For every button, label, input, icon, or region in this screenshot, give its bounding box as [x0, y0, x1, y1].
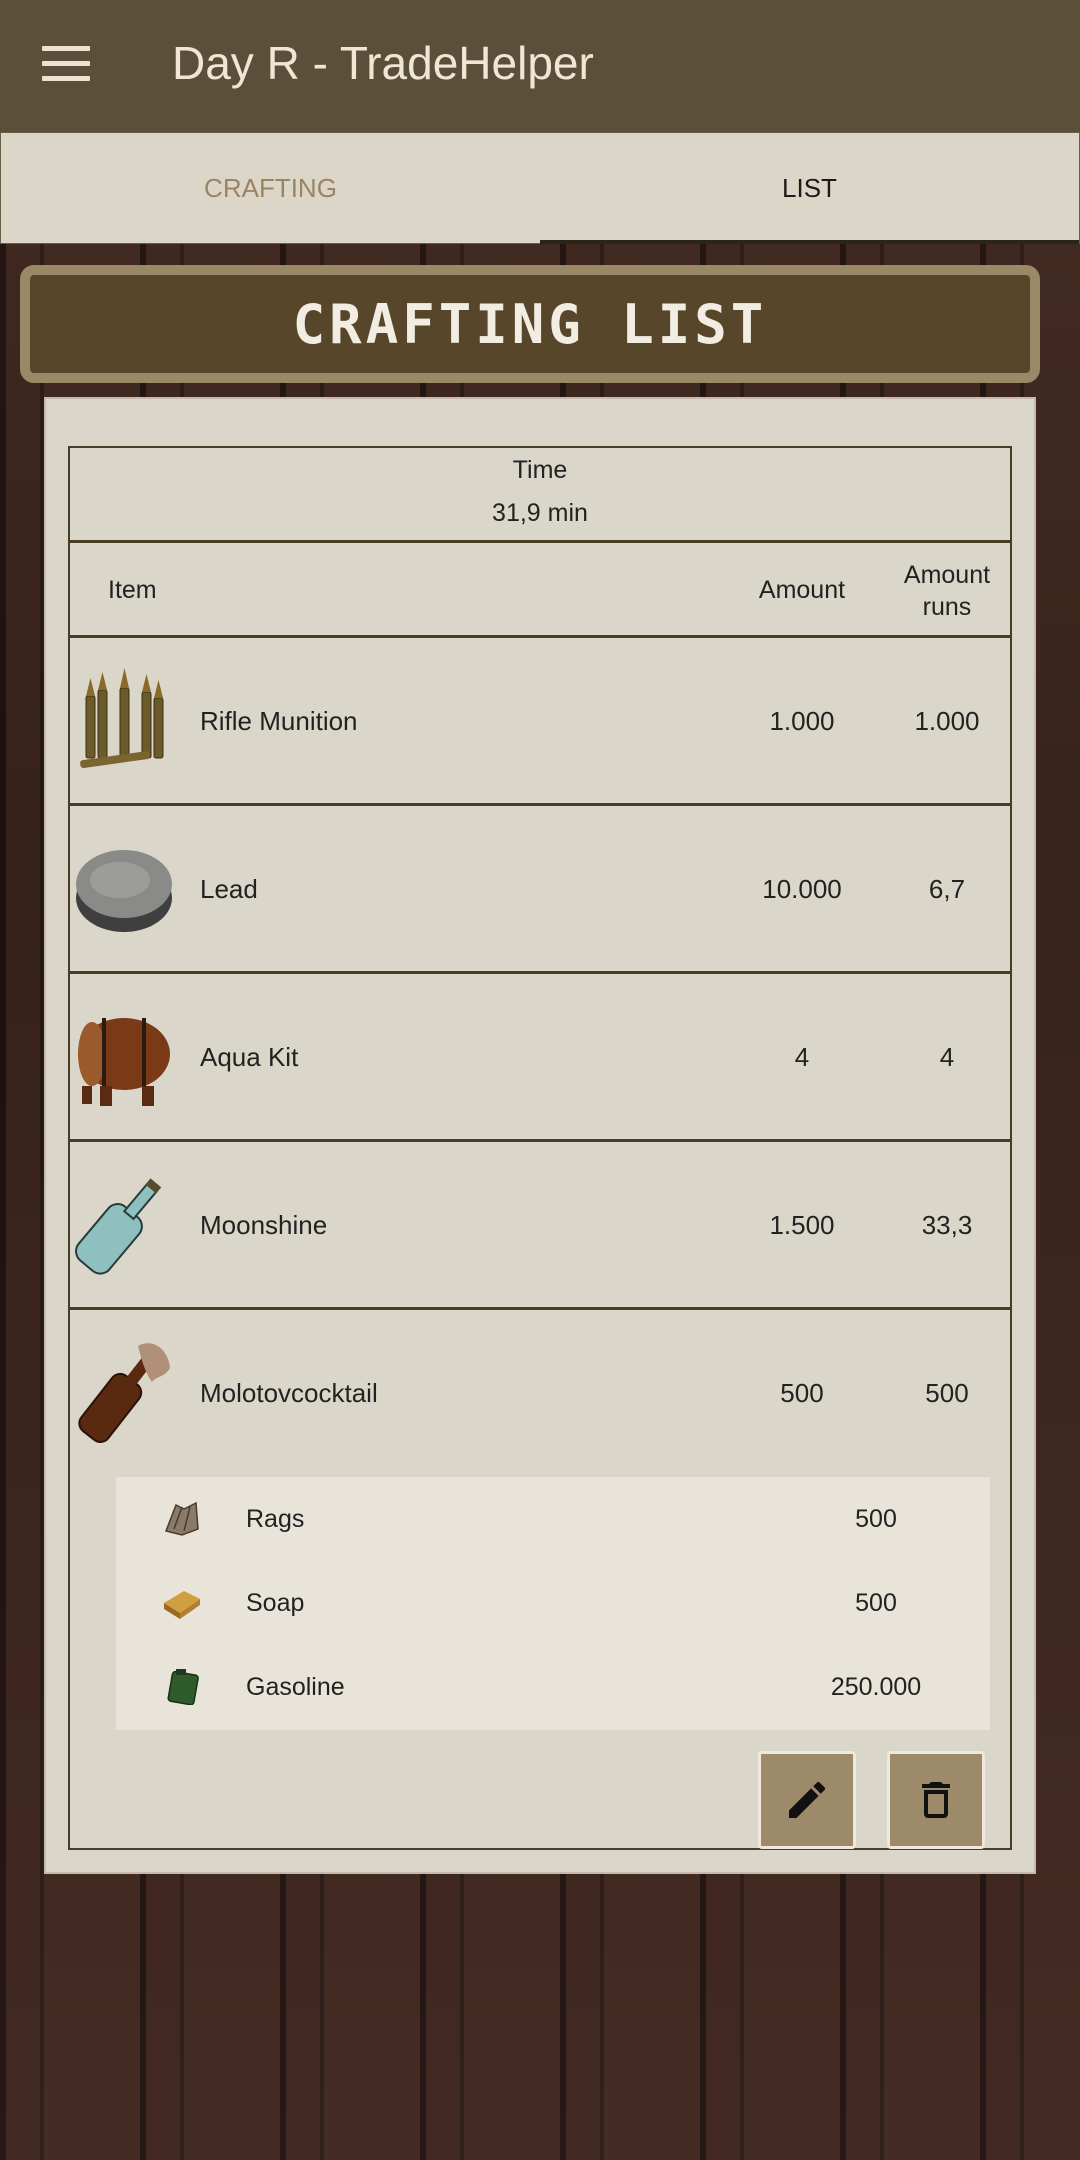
- table-row[interactable]: Lead 10.000 6,7: [70, 806, 1010, 974]
- time-label: Time: [512, 456, 568, 484]
- pencil-icon: [789, 1781, 826, 1818]
- delete-button[interactable]: [887, 1751, 985, 1849]
- table-header: Item Amount Amount runs: [70, 543, 1010, 638]
- bottle-icon: [75, 1178, 162, 1275]
- edit-button[interactable]: [758, 1751, 856, 1849]
- app-bar: Day R - TradeHelper: [0, 0, 1080, 132]
- table-row[interactable]: Rifle Munition 1.000 1.000: [70, 638, 1010, 806]
- item-amount: 1.500: [769, 1210, 835, 1240]
- crafting-list-banner: CRAFTING LIST: [20, 265, 1040, 383]
- item-amount: 4: [794, 1042, 810, 1072]
- ingredient-row: Rags 500: [116, 1477, 990, 1561]
- tab-crafting[interactable]: CRAFTING: [1, 133, 540, 243]
- item-name: Molotovcocktail: [200, 1378, 378, 1408]
- item-amount: 10.000: [762, 874, 842, 904]
- lead-icon: [76, 850, 172, 932]
- ingredient-amount: 500: [855, 1589, 897, 1617]
- ingredient-amount: 500: [855, 1505, 897, 1533]
- bullets-icon: [80, 668, 164, 769]
- molotov-icon: [78, 1343, 170, 1443]
- item-runs: 33,3: [921, 1210, 973, 1240]
- item-name: Aqua Kit: [200, 1042, 299, 1072]
- item-name: Moonshine: [200, 1210, 328, 1240]
- item-amount: 500: [780, 1378, 824, 1408]
- ingredients-panel: Rags 500 Soap 500 Gasoline 250.000: [116, 1477, 990, 1730]
- menu-icon[interactable]: [42, 46, 90, 82]
- gas-can-icon: [167, 1669, 199, 1705]
- item-runs: 6,7: [928, 874, 966, 904]
- ingredient-name: Soap: [246, 1589, 305, 1617]
- column-header-amount: Amount: [758, 576, 846, 604]
- rags-icon: [164, 1501, 199, 1536]
- table-row[interactable]: Moonshine 1.500 33,3: [70, 1142, 1010, 1310]
- trash-icon: [922, 1782, 950, 1818]
- time-summary: Time 31,9 min: [70, 448, 1010, 543]
- item-runs: 1.000: [914, 706, 980, 736]
- barrel-icon: [78, 1018, 170, 1106]
- app-title: Day R - TradeHelper: [172, 37, 594, 89]
- item-name: Lead: [200, 874, 258, 904]
- crafting-card: Time 31,9 min Item Amount Amount runs Ri…: [44, 397, 1036, 1874]
- soap-icon: [164, 1591, 200, 1619]
- item-name: Rifle Munition: [200, 706, 358, 736]
- ingredient-name: Gasoline: [246, 1673, 345, 1701]
- banner-title: CRAFTING LIST: [292, 292, 768, 356]
- table-row[interactable]: Aqua Kit 4 4: [70, 974, 1010, 1142]
- ingredient-amount: 250.000: [830, 1673, 922, 1701]
- item-amount: 1.000: [769, 706, 835, 736]
- item-runs: 500: [925, 1378, 969, 1408]
- column-header-runs: Amount runs: [903, 561, 991, 621]
- time-value: 31,9 min: [492, 499, 588, 527]
- crafting-table: Time 31,9 min Item Amount Amount runs Ri…: [68, 446, 1012, 1850]
- tab-list[interactable]: LIST: [540, 133, 1079, 244]
- ingredient-name: Rags: [246, 1505, 305, 1533]
- tab-bar: CRAFTING LIST: [0, 132, 1080, 244]
- table-row-expanded[interactable]: Molotovcocktail 500 500 Rags 500 Soap 50…: [70, 1310, 1010, 2080]
- item-runs: 4: [939, 1042, 955, 1072]
- column-header-item: Item: [108, 576, 157, 604]
- ingredient-row: Gasoline 250.000: [116, 1645, 990, 1729]
- ingredient-row: Soap 500: [116, 1561, 990, 1645]
